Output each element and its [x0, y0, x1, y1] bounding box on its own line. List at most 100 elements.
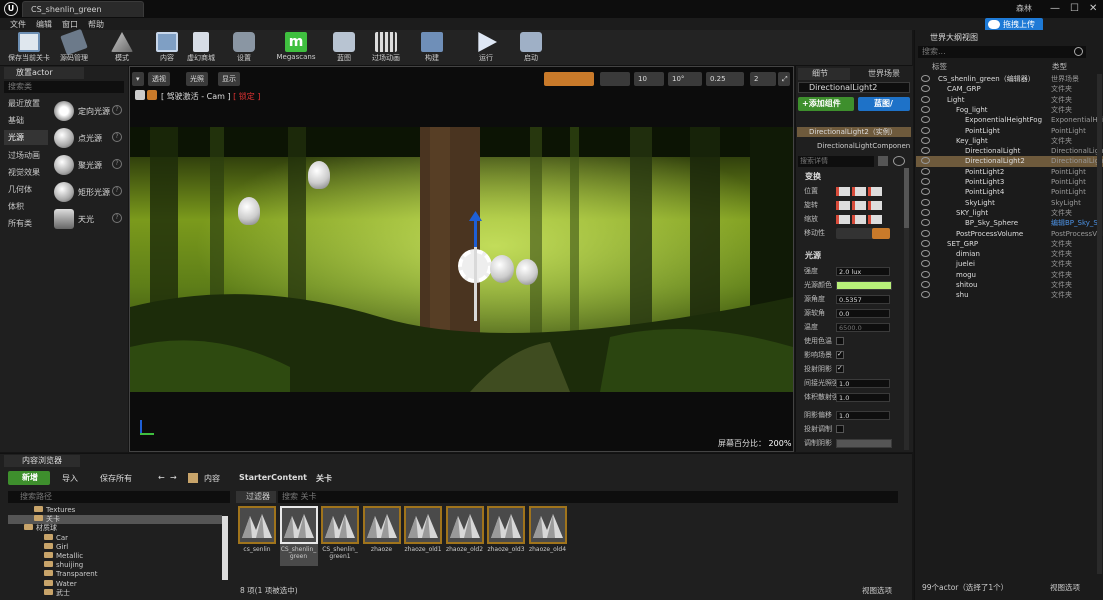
visibility-eye-icon[interactable] — [921, 188, 930, 196]
visibility-eye-icon[interactable] — [921, 116, 930, 124]
visibility-eye-icon[interactable] — [921, 250, 930, 258]
level-asset-tile[interactable]: zhaoze_old3 — [487, 506, 525, 566]
volumetric-scatter-field[interactable]: 1.0 — [836, 393, 890, 402]
outliner-row[interactable]: PointLight2 PointLight — [916, 167, 1103, 177]
level-asset-tile[interactable]: cs_senlin — [238, 506, 276, 566]
eye-icon[interactable] — [893, 156, 905, 166]
category-visual-effects[interactable]: 视觉效果 — [4, 165, 48, 180]
light-color-swatch[interactable] — [836, 281, 892, 290]
use-temperature-checkbox[interactable] — [836, 337, 844, 345]
add-new-button[interactable]: 新增 — [8, 471, 50, 485]
details-search-input[interactable]: 搜索详情 — [798, 156, 874, 167]
intensity-field[interactable]: 2.0 lux — [836, 267, 890, 276]
help-icon[interactable]: ? — [112, 105, 122, 115]
class-search-input[interactable]: 搜索类 — [4, 81, 124, 93]
filters-button[interactable]: 过滤器 — [236, 491, 276, 503]
close-icon[interactable]: ✕ — [1089, 3, 1097, 14]
help-icon[interactable]: ? — [112, 132, 122, 142]
modes-button[interactable]: 模式 — [104, 30, 140, 66]
visibility-eye-icon[interactable] — [921, 136, 930, 144]
level-asset-tile[interactable]: zhaoze_old1 — [404, 506, 442, 566]
place-actors-tab[interactable]: 放置actor — [4, 67, 84, 79]
settings-button[interactable]: 设置 — [228, 30, 260, 66]
camera-speed-button[interactable]: 2 — [750, 72, 776, 86]
level-asset-tile[interactable]: CS_shenlin_green1 — [321, 506, 359, 566]
outliner-row[interactable]: Light 文件夹 — [916, 95, 1103, 105]
visibility-eye-icon[interactable] — [921, 85, 930, 93]
outliner-row[interactable]: SkyLight SkyLight — [916, 198, 1103, 208]
outliner-row[interactable]: SET_GRP 文件夹 — [916, 239, 1103, 249]
category-cinematic[interactable]: 过场动画 — [4, 148, 48, 163]
level-asset-tile[interactable]: zhaoze — [362, 506, 401, 566]
place-spot-light[interactable]: 聚光源 ? — [52, 152, 124, 178]
help-icon[interactable]: ? — [112, 186, 122, 196]
visibility-eye-icon[interactable] — [921, 219, 930, 227]
blueprint-script-button[interactable]: 蓝图/ — [858, 97, 910, 111]
place-rect-light[interactable]: 矩形光源 ? — [52, 179, 124, 205]
camera-pilot-icon[interactable] — [147, 90, 157, 100]
breadcrumb-startercontent[interactable]: StarterContent — [239, 473, 307, 482]
indirect-intensity-field[interactable]: 1.0 — [836, 379, 890, 388]
affects-world-checkbox[interactable] — [836, 350, 844, 359]
outliner-row[interactable]: DirectionalLight DirectionalLight — [916, 146, 1103, 156]
visibility-eye-icon[interactable] — [921, 270, 930, 278]
outliner-scrollbar[interactable] — [1097, 74, 1102, 574]
outliner-row[interactable]: Key_light 文件夹 — [916, 136, 1103, 146]
minimize-icon[interactable]: — — [1050, 3, 1060, 14]
cast-shadows-checkbox[interactable] — [836, 364, 844, 373]
save-level-button[interactable]: 保存当前关卡 — [6, 30, 52, 66]
lit-button[interactable]: 光照 — [186, 72, 208, 86]
shadow-bias-field[interactable]: 1.0 — [836, 411, 890, 420]
menu-file[interactable]: 文件 — [10, 19, 26, 30]
folder-tree-item[interactable]: 武士 — [8, 588, 222, 598]
visibility-eye-icon[interactable] — [921, 208, 930, 216]
help-icon[interactable]: ? — [112, 213, 122, 223]
import-button[interactable]: 导入 — [62, 473, 78, 484]
menu-help[interactable]: 帮助 — [88, 19, 104, 30]
world-local-button[interactable] — [600, 72, 630, 86]
outliner-row[interactable]: dimian 文件夹 — [916, 249, 1103, 259]
blueprints-button[interactable]: 蓝图 — [328, 30, 360, 66]
outliner-row[interactable]: PointLight4 PointLight — [916, 187, 1103, 197]
source-angle-field[interactable]: 0.5357 — [836, 295, 890, 304]
point-light-gizmo[interactable] — [490, 255, 514, 283]
outliner-row[interactable]: CS_shenlin_green（编辑器） 世界场景 — [916, 74, 1103, 84]
marketplace-button[interactable]: 虚幻商城 — [184, 30, 218, 66]
visibility-eye-icon[interactable] — [921, 239, 930, 247]
transform-arrow[interactable] — [474, 215, 477, 321]
outliner-row[interactable]: mogu 文件夹 — [916, 270, 1103, 280]
cinematics-button[interactable]: 过场动画 — [366, 30, 406, 66]
visibility-eye-icon[interactable] — [921, 95, 930, 103]
level-asset-tile[interactable]: CS_shenlin_green — [279, 506, 318, 566]
breadcrumb-content[interactable]: 内容 — [204, 473, 220, 484]
outliner-row[interactable]: juelei 文件夹 — [916, 259, 1103, 269]
save-all-button[interactable]: 保存所有 — [100, 473, 132, 484]
visibility-eye-icon[interactable] — [921, 229, 930, 237]
menu-window[interactable]: 窗口 — [62, 19, 78, 30]
visibility-eye-icon[interactable] — [921, 147, 930, 155]
rotation-snap-button[interactable]: 10° — [668, 72, 702, 86]
component-row[interactable]: DirectionalLightComponen — [797, 141, 911, 151]
outliner-row[interactable]: DirectionalLight2 DirectionalLight — [916, 156, 1103, 167]
temperature-field[interactable]: 6500.0 — [836, 323, 890, 332]
point-light-gizmo[interactable] — [516, 259, 538, 285]
path-search-input[interactable]: 搜索路径 — [8, 491, 230, 503]
add-component-button[interactable]: +添加组件 — [798, 97, 854, 111]
actor-name-field[interactable]: DirectionalLight2 — [798, 82, 910, 93]
visibility-eye-icon[interactable] — [921, 126, 930, 134]
location-vector-field[interactable] — [836, 187, 882, 196]
unreal-logo-icon[interactable]: U — [4, 2, 18, 16]
outliner-row[interactable]: PointLight3 PointLight — [916, 177, 1103, 187]
visibility-eye-icon[interactable] — [921, 75, 930, 82]
source-control-button[interactable]: 源码管理 — [54, 28, 94, 66]
level-document-tab[interactable]: CS_shenlin_green — [22, 1, 144, 17]
folder-tree-item[interactable]: Water — [8, 579, 222, 589]
scale-vector-field[interactable] — [836, 215, 882, 224]
outliner-type-column[interactable]: 类型 — [1052, 61, 1067, 72]
category-geometry[interactable]: 几何体 — [4, 182, 48, 197]
grid-snap-button[interactable]: 10 — [634, 72, 664, 86]
property-matrix-icon[interactable] — [878, 156, 888, 166]
play-button[interactable]: 运行 — [472, 30, 500, 66]
outliner-search-input[interactable]: 搜索... — [918, 46, 1086, 58]
megascans-button[interactable]: m Megascans — [276, 30, 316, 66]
